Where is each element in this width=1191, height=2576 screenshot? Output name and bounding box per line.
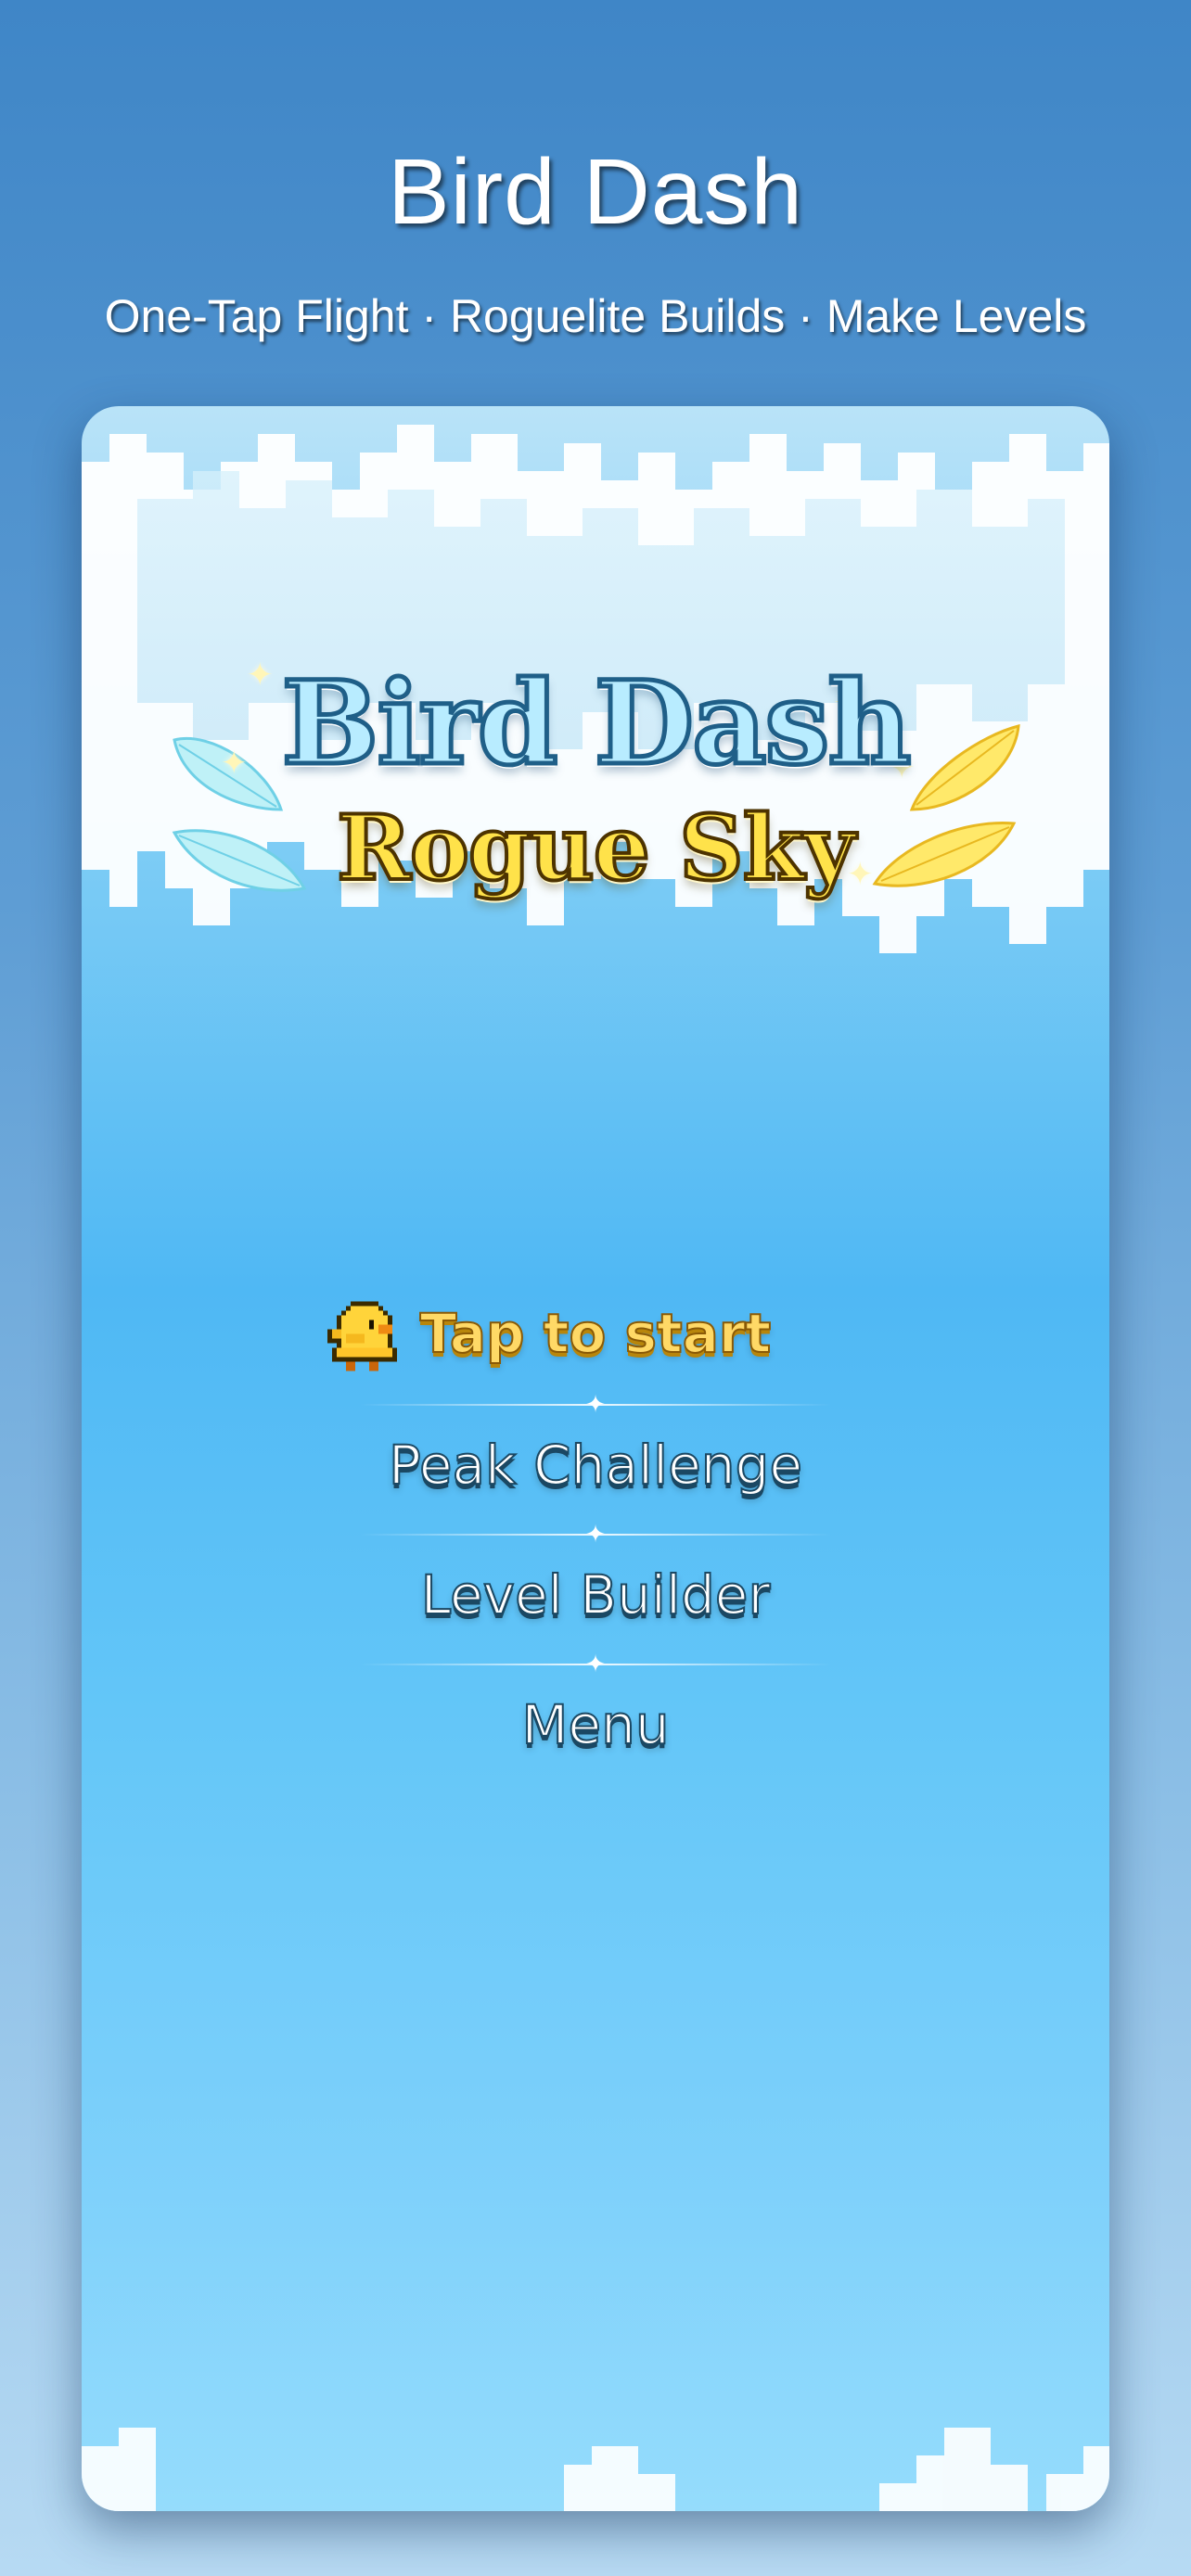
logo-title: Bird Dash <box>279 655 914 794</box>
menu-button[interactable]: Menu <box>82 1669 1109 1780</box>
tap-to-start-button[interactable]: Tap to start <box>82 1278 1109 1389</box>
chick-icon <box>327 1301 397 1371</box>
game-screen[interactable]: ✦ ✦ ✦ ✦ ✦ Bird Dash Rogue Sky Tap to sta… <box>82 406 1109 2511</box>
tap-to-start-label: Tap to start <box>419 1301 772 1366</box>
logo-subtitle: Rogue Sky <box>335 794 857 902</box>
page-subtitle: One-Tap Flight · Roguelite Builds · Make… <box>104 290 1087 342</box>
game-logo: ✦ ✦ ✦ ✦ ✦ Bird Dash Rogue Sky <box>82 655 1109 935</box>
peak-challenge-button[interactable]: Peak Challenge <box>82 1409 1109 1521</box>
page-title: Bird Dash <box>387 140 804 244</box>
bottom-clouds <box>82 2428 1109 2511</box>
level-builder-button[interactable]: Level Builder <box>82 1539 1109 1651</box>
